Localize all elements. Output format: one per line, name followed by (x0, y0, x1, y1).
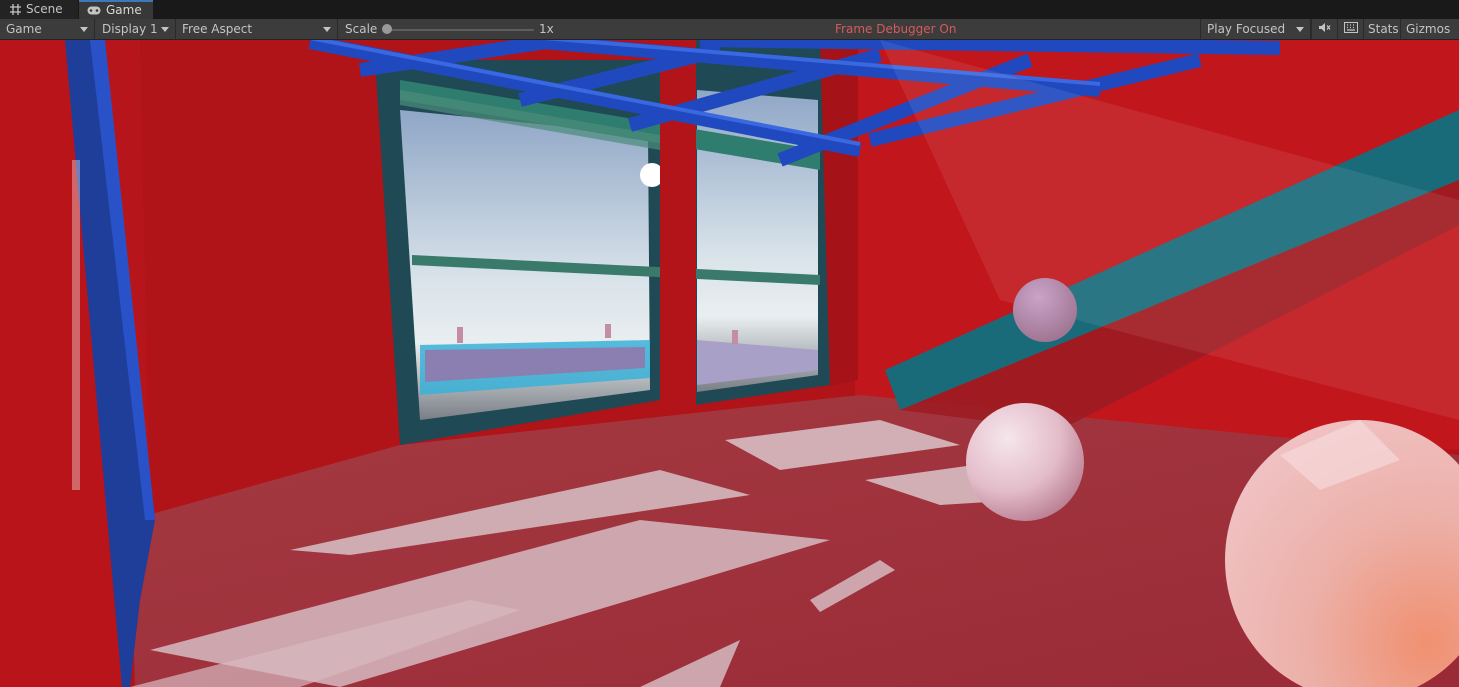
view-mode-dropdown[interactable]: Game (0, 19, 95, 39)
scale-slider-thumb[interactable] (382, 24, 392, 34)
scale-label: Scale (345, 22, 378, 36)
game-view-toolbar: Game Display 1 Free Aspect Scale 1x Fram… (0, 19, 1459, 40)
tab-scene-label: Scene (26, 2, 63, 16)
play-mode-label: Play Focused (1207, 22, 1286, 36)
chevron-down-icon (323, 27, 331, 32)
scene-grid-icon (10, 4, 21, 15)
display-label: Display 1 (102, 22, 158, 36)
mute-audio-button[interactable] (1311, 19, 1337, 39)
play-mode-dropdown[interactable]: Play Focused (1200, 19, 1311, 39)
gamepad-icon (87, 6, 101, 15)
gizmos-button[interactable]: Gizmos (1401, 19, 1459, 39)
tab-game[interactable]: Game (79, 0, 153, 19)
chevron-down-icon (80, 27, 88, 32)
frame-debugger-status: Frame Debugger On (835, 22, 957, 36)
tab-scene[interactable]: Scene (0, 0, 78, 19)
scale-slider-track[interactable] (386, 29, 534, 31)
scale-value: 1x (539, 22, 554, 36)
tab-bar: Scene Game (0, 0, 1459, 19)
view-mode-label: Game (6, 22, 42, 36)
chevron-down-icon (161, 27, 169, 32)
stats-label: Stats (1368, 22, 1399, 36)
keyboard-icon (1343, 22, 1358, 36)
gizmos-label: Gizmos (1406, 22, 1451, 36)
stats-overlay-toggle[interactable] (1337, 19, 1363, 39)
display-dropdown[interactable]: Display 1 (96, 19, 176, 39)
rendered-scene (0, 40, 1459, 687)
tab-game-label: Game (106, 3, 142, 17)
stats-button[interactable]: Stats (1363, 19, 1401, 39)
chevron-down-icon (1296, 27, 1304, 32)
audio-mute-icon (1318, 22, 1331, 36)
aspect-label: Free Aspect (182, 22, 253, 36)
game-viewport[interactable] (0, 40, 1459, 687)
aspect-dropdown[interactable]: Free Aspect (176, 19, 338, 39)
